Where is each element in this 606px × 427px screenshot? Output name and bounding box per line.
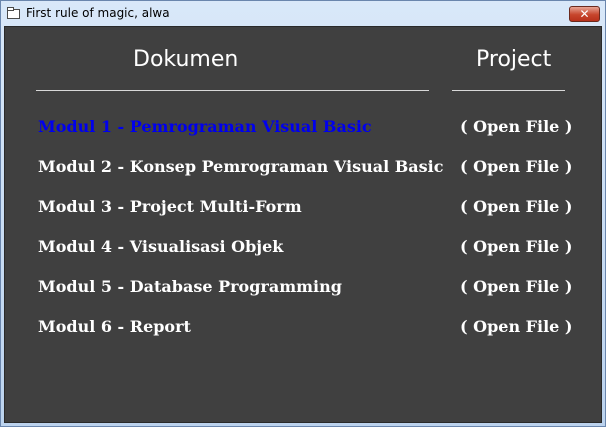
window-title: First rule of magic, alwa	[26, 6, 170, 20]
project-header: Project	[476, 47, 552, 72]
close-button[interactable]: ✕	[569, 6, 600, 22]
project-divider	[452, 90, 565, 91]
open-file-link-3[interactable]: ( Open File )	[460, 197, 572, 216]
module-link-6[interactable]: Modul 6 - Report	[38, 317, 191, 336]
title-bar[interactable]: First rule of magic, alwa ✕	[1, 1, 605, 26]
open-file-link-1[interactable]: ( Open File )	[460, 117, 572, 136]
module-link-1[interactable]: Modul 1 - Pemrograman Visual Basic	[38, 117, 372, 136]
module-link-5[interactable]: Modul 5 - Database Programming	[38, 277, 342, 296]
documents-header: Dokumen	[133, 47, 239, 72]
close-icon: ✕	[579, 7, 590, 21]
open-file-link-2[interactable]: ( Open File )	[460, 157, 572, 176]
module-link-3[interactable]: Modul 3 - Project Multi-Form	[38, 197, 302, 216]
app-window: First rule of magic, alwa ✕ Dokumen Proj…	[0, 0, 606, 427]
window-app-icon	[7, 7, 20, 19]
open-file-link-6[interactable]: ( Open File )	[460, 317, 572, 336]
documents-divider	[36, 90, 429, 91]
module-link-4[interactable]: Modul 4 - Visualisasi Objek	[38, 237, 283, 256]
open-file-link-5[interactable]: ( Open File )	[460, 277, 572, 296]
open-file-link-4[interactable]: ( Open File )	[460, 237, 572, 256]
main-panel: Dokumen Project Modul 1 - Pemrograman Vi…	[4, 26, 602, 423]
module-link-2[interactable]: Modul 2 - Konsep Pemrograman Visual Basi…	[38, 157, 443, 176]
